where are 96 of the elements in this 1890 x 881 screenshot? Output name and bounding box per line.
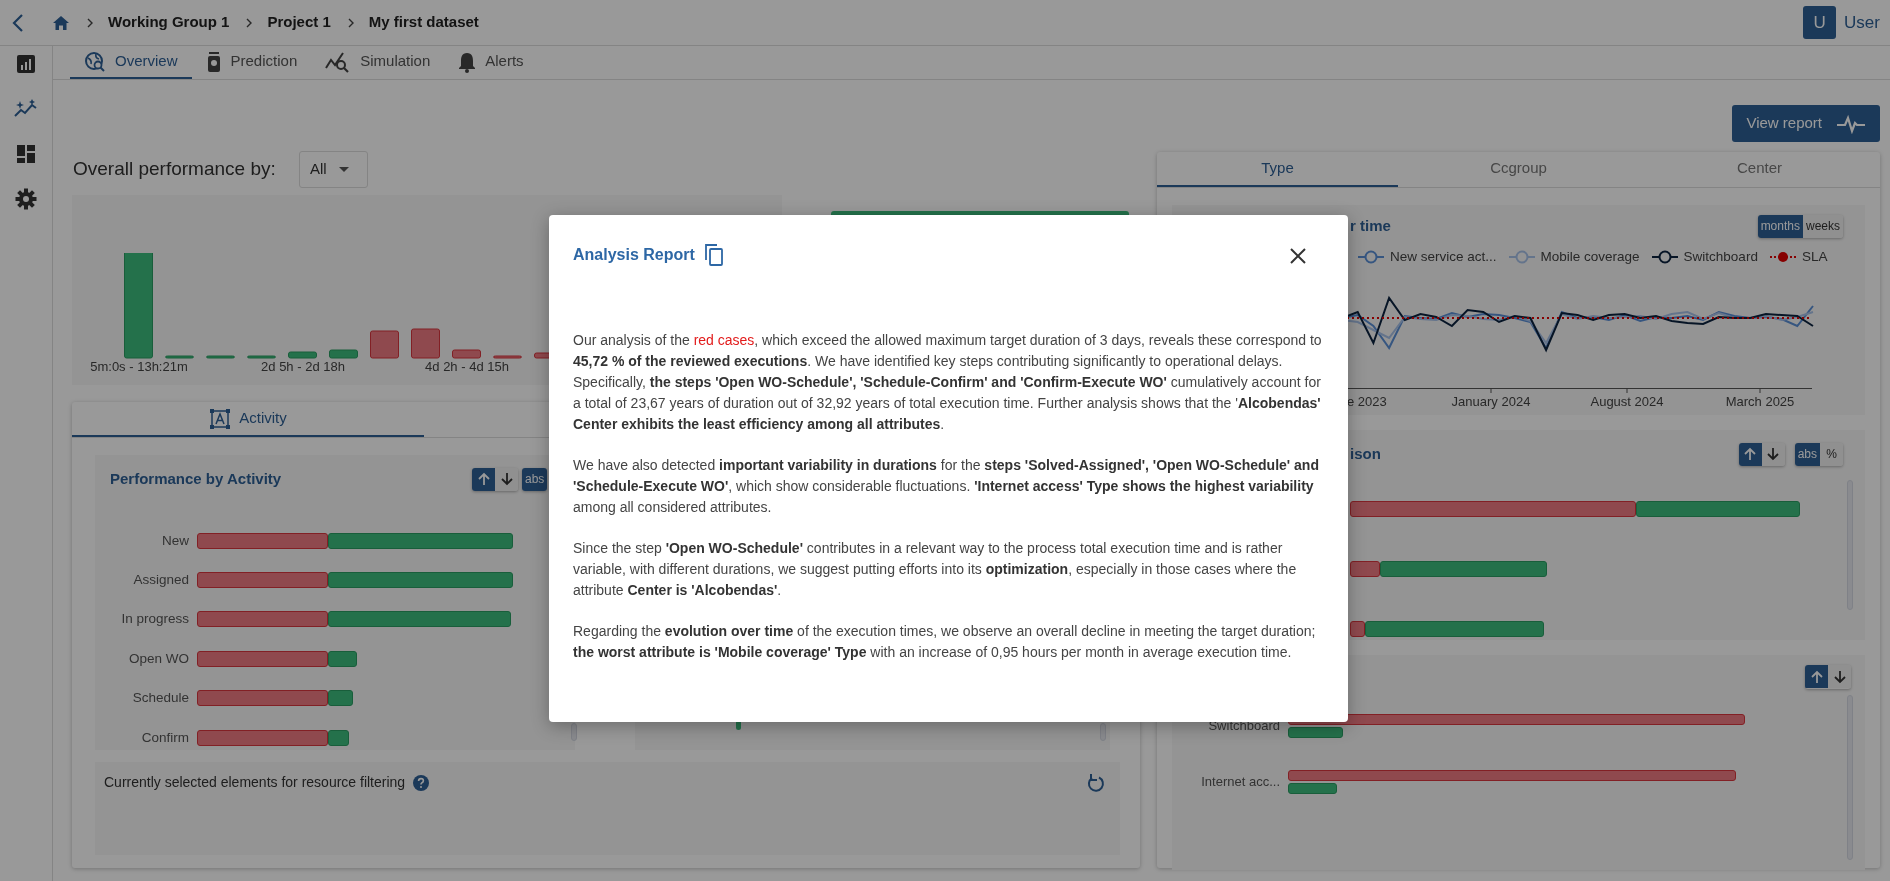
- help-icon[interactable]: [413, 774, 430, 791]
- arrow-down-icon: [1832, 669, 1847, 684]
- arrow-up-icon: [476, 472, 491, 486]
- axis-label: 4d 2h - 4d 15h: [424, 358, 510, 375]
- breadcrumb-link[interactable]: My first dataset: [368, 11, 479, 34]
- histogram-bar: [165, 355, 194, 359]
- histogram-bar: [370, 330, 399, 359]
- report-paragraph: Our analysis of the red cases, which exceed the allowed maximum target duration of 3 days, reveals these correspond to 45,72 % of the reviewed executions. We have identified key steps contributing significantly to operational delays. Specifically, the steps 'Open WO-Schedule', 'Schedule-Confirm' and 'Confirm-Execute WO' cumulatively account for a total of 23,67 years of duration out of 32,92 years of total execution time. Further analysis shows that the 'Alcobendas' Center exhibits the least efficiency among all attributes.: [573, 331, 1323, 434]
- axis-label: January 2024: [1451, 394, 1531, 410]
- dialog-title: Analysis Report: [573, 245, 695, 265]
- mode-button[interactable]: abs: [1794, 442, 1820, 466]
- row-label: New: [161, 531, 190, 550]
- arrow-up-icon: [1743, 447, 1758, 461]
- mode-button[interactable]: months: [1757, 214, 1803, 238]
- axis-label: August 2024: [1590, 394, 1664, 410]
- report-paragraph: Regarding the evolution over time of the execution times, we observe an overall decline in meeting the target duration; the worst attribute is 'Mobile coverage' Type with an increase of 0,95 hours per month in average execution time.: [573, 622, 1317, 662]
- report-paragraph: We have also detected important variability in durations for the steps 'Solved-Assigned', 'Open WO-Schedule' and 'Schedule-Execute WO', which show considerable fluctuations. 'Internet access' Type shows the highest variability among all considered attributes.: [573, 456, 1320, 517]
- chevron-icon: [245, 17, 254, 28]
- histogram-bar: [411, 328, 440, 359]
- histogram-bar: [452, 349, 481, 359]
- tab[interactable]: Activity: [72, 402, 424, 437]
- chevron-icon: [86, 17, 94, 28]
- duration-bar: [1288, 727, 1343, 738]
- row-label: Schedule: [131, 689, 190, 708]
- panel-title: Performance by Activity: [110, 468, 283, 489]
- arrow-down-icon: [1766, 447, 1781, 461]
- settings-icon[interactable]: [15, 188, 37, 210]
- home-icon[interactable]: [52, 14, 70, 31]
- arrow-down-icon: [499, 472, 514, 486]
- scrollbar[interactable]: [571, 723, 577, 741]
- row-label: Assigned: [132, 570, 190, 589]
- view-report-button[interactable]: View report: [1732, 105, 1880, 142]
- breadcrumb-link[interactable]: Working Group 1: [108, 11, 230, 34]
- legend-label: SLA: [1801, 248, 1828, 266]
- user-name[interactable]: User: [1844, 9, 1880, 36]
- mode-button[interactable]: weeks: [1803, 214, 1843, 238]
- report-paragraph: Since the step 'Open WO-Schedule' contributes in a relevant way to the process total execution time and is rather variable, with different durations, we suggest putting efforts into its optimization, especially in those cases where the attribute Center is 'Alcobendas'.: [573, 539, 1298, 600]
- legend-marker: [1358, 250, 1384, 265]
- tab[interactable]: Type: [1157, 152, 1398, 187]
- legend-marker: [1508, 250, 1535, 265]
- tab[interactable]: Center: [1639, 152, 1880, 187]
- duration-bar: [1288, 783, 1337, 794]
- histogram-bar: [329, 349, 358, 359]
- axis-label: e 2023: [1347, 394, 1387, 410]
- copy-icon[interactable]: [704, 244, 723, 266]
- row-label: In progress: [120, 610, 190, 629]
- row-label: Open WO: [127, 649, 190, 668]
- tab[interactable]: Ccgroup: [1398, 152, 1639, 187]
- mode-button[interactable]: %: [1820, 442, 1843, 466]
- mode-button[interactable]: abs: [522, 467, 548, 491]
- axis-label: 5m:0s - 13h:21m: [89, 358, 189, 375]
- legend-label: Mobile coverage: [1540, 248, 1640, 266]
- dashboard-icon[interactable]: [16, 144, 36, 164]
- bar-chart-icon[interactable]: [16, 54, 36, 74]
- tab[interactable]: Alerts: [444, 46, 538, 79]
- text-frame-icon: [209, 407, 232, 430]
- sort-button[interactable]: [1738, 442, 1762, 466]
- legend-label: Switchboard: [1683, 248, 1758, 266]
- breadcrumb-link[interactable]: Project 1: [267, 11, 331, 34]
- legend-marker: [1769, 250, 1796, 265]
- filter-dropdown[interactable]: All: [299, 150, 368, 188]
- close-button[interactable]: [1288, 245, 1308, 265]
- arrow-up-icon: [1809, 669, 1824, 684]
- axis-label: 2d 5h - 2d 18h: [260, 358, 346, 375]
- axis-label: March 2025: [1725, 394, 1795, 410]
- pulse-icon: [1836, 113, 1866, 134]
- reset-icon[interactable]: [1087, 772, 1105, 793]
- sort-button[interactable]: [1828, 665, 1851, 688]
- sort-button[interactable]: [1805, 665, 1828, 688]
- caret-icon: [338, 166, 349, 172]
- sort-button[interactable]: [472, 467, 495, 491]
- back-icon[interactable]: [12, 12, 24, 33]
- chevron-icon: [346, 17, 355, 28]
- histogram-bar: [493, 355, 522, 359]
- row-label: Confirm: [140, 728, 190, 747]
- tab[interactable]: Overview: [70, 46, 192, 79]
- sort-button[interactable]: [1761, 442, 1785, 466]
- sort-button[interactable]: [495, 467, 518, 491]
- tab[interactable]: Simulation: [311, 46, 445, 79]
- filter-label: Currently selected elements for resource filtering: [104, 773, 406, 792]
- histogram-bar: [288, 351, 317, 359]
- histogram-bar: [206, 355, 235, 359]
- histogram-bar: [247, 355, 276, 359]
- scrollbar[interactable]: [1100, 723, 1106, 741]
- globe-search-icon: [84, 50, 106, 73]
- close-icon: [1290, 248, 1306, 265]
- legend-marker: [1651, 250, 1678, 265]
- initial-badge[interactable]: U: [1803, 6, 1837, 39]
- row-label: Internet acc...: [1200, 773, 1281, 792]
- row-label: Switchboard: [1207, 717, 1281, 736]
- section-label: Overall performance by:: [73, 156, 277, 181]
- tab[interactable]: Prediction: [191, 46, 312, 79]
- bell-icon: [458, 50, 477, 73]
- legend-label: New service act...: [1390, 248, 1497, 266]
- panel-title: r time: [1350, 215, 1391, 236]
- panel-title: ison: [1350, 443, 1381, 464]
